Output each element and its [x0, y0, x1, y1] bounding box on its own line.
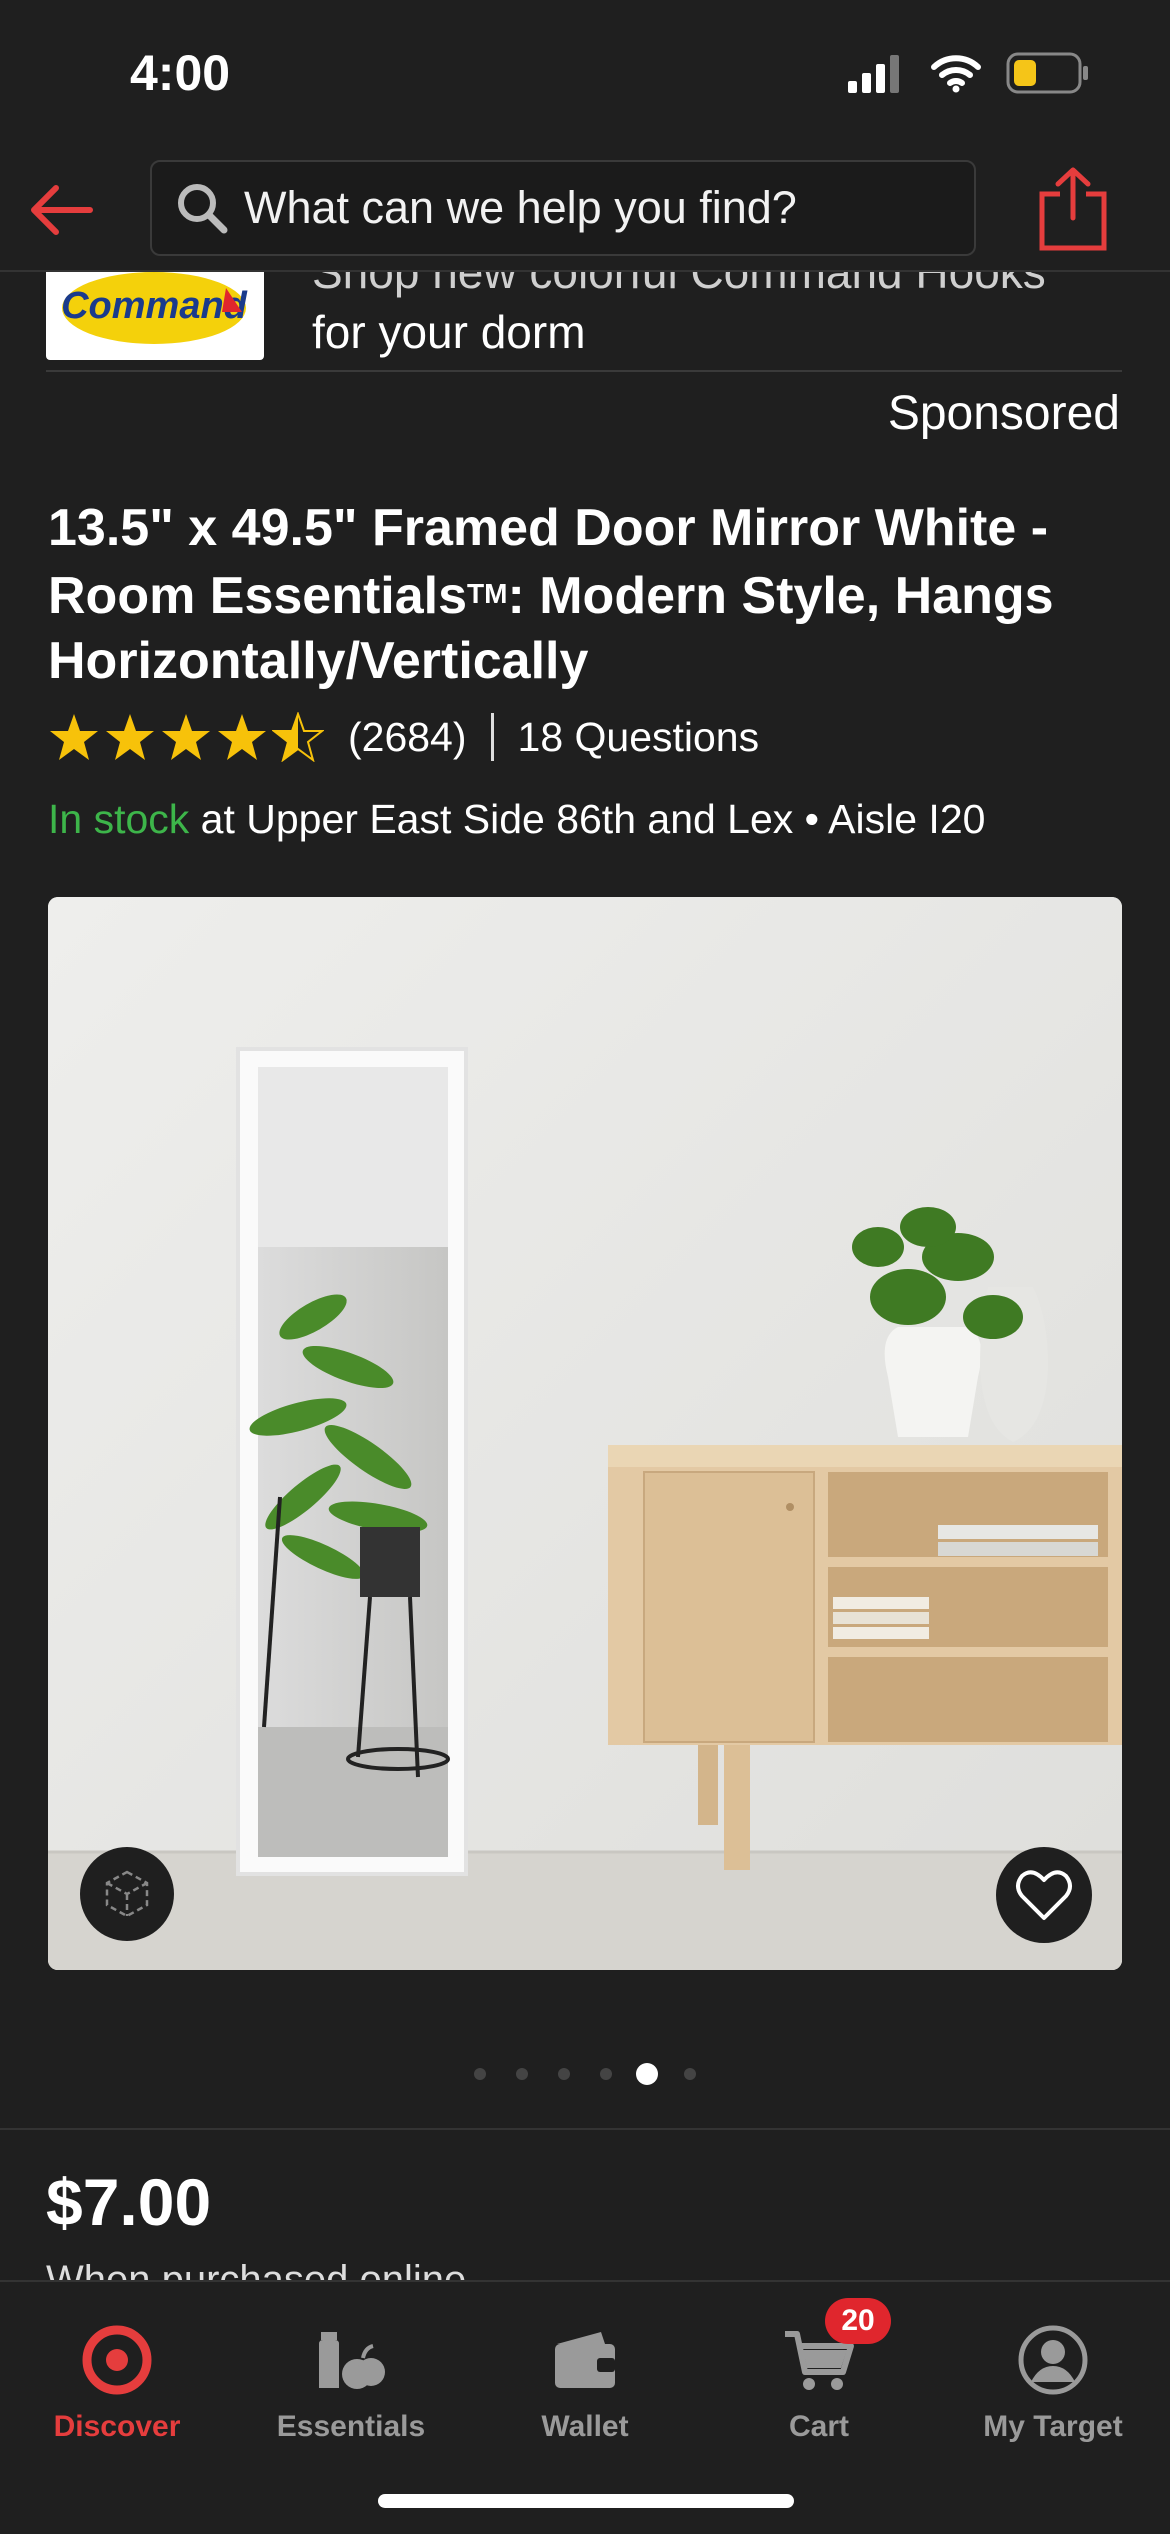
carousel-dot[interactable] — [516, 2068, 528, 2080]
price-note: When purchased online — [46, 2262, 646, 2282]
star-rating[interactable] — [48, 712, 324, 762]
status-bar: 4:00 — [0, 0, 1170, 150]
status-icons — [846, 52, 1090, 94]
status-time: 4:00 — [130, 45, 231, 101]
favorite-button[interactable] — [996, 1847, 1092, 1943]
sponsored-promo-banner[interactable]: Command Shop new colorful Command Hooks … — [46, 272, 1122, 372]
wifi-icon — [931, 55, 981, 93]
3d-cube-icon — [105, 1870, 149, 1918]
wallet-icon — [555, 2332, 615, 2388]
battery-icon — [1006, 52, 1088, 94]
sponsored-label: Sponsored — [887, 387, 1120, 440]
tab-label: Cart — [788, 2410, 849, 2443]
product-image[interactable] — [48, 897, 1122, 1970]
tab-label: My Target — [983, 2410, 1123, 2443]
carousel-dot[interactable] — [600, 2068, 612, 2080]
carousel-dot[interactable] — [684, 2068, 696, 2080]
tab-my-target[interactable]: My Target — [936, 2302, 1170, 2462]
questions-link[interactable]: 18 Questions — [518, 714, 760, 761]
search-input[interactable]: What can we help you find? — [150, 160, 976, 256]
promo-brand-text: Command — [61, 285, 248, 327]
search-icon — [178, 184, 228, 234]
carousel-dot[interactable] — [558, 2068, 570, 2080]
view-in-3d-button[interactable] — [80, 1847, 174, 1941]
tab-label: Essentials — [276, 2410, 426, 2443]
promo-text: Shop new colorful Command Hooks for your… — [312, 272, 1046, 362]
back-button[interactable] — [24, 172, 100, 248]
search-placeholder: What can we help you find? — [244, 182, 797, 233]
share-button[interactable] — [1036, 164, 1110, 252]
top-bar: What can we help you find? — [0, 150, 1170, 272]
promo-line-2: for your dorm — [312, 306, 586, 358]
target-bullseye-icon — [82, 2325, 152, 2395]
heart-icon — [1016, 1870, 1072, 1920]
store-location: at Upper East Side 86th and Lex • Aisle … — [189, 796, 986, 842]
command-brand-logo: Command — [46, 272, 264, 360]
star-full-icon — [162, 714, 210, 760]
tab-discover[interactable]: Discover — [0, 2302, 234, 2462]
product-title: 13.5" x 49.5" Framed Door Mirror White -… — [48, 496, 1128, 694]
tab-cart[interactable]: 20 Cart — [702, 2298, 936, 2462]
product-photo-mirror — [48, 897, 1122, 1970]
carousel-indicator[interactable] — [470, 2060, 710, 2090]
star-full-icon — [106, 714, 154, 760]
star-full-icon — [218, 714, 266, 760]
price-note-text: When purchased online — [46, 2262, 646, 2282]
cellular-signal-icon — [848, 55, 899, 93]
essentials-icon — [319, 2332, 385, 2389]
tab-label: Discover — [53, 2410, 181, 2443]
promo-line-1: Shop new colorful Command Hooks — [312, 272, 1046, 298]
share-icon — [1039, 167, 1107, 251]
carousel-dot[interactable] — [474, 2068, 486, 2080]
divider — [0, 2128, 1170, 2130]
tab-label: Wallet — [541, 2410, 629, 2443]
stock-availability[interactable]: In stock at Upper East Side 86th and Lex… — [48, 796, 985, 843]
tab-essentials[interactable]: Essentials — [234, 2302, 468, 2462]
in-stock-status: In stock — [48, 796, 190, 842]
account-icon — [1018, 2325, 1088, 2395]
rating-row: (2684) 18 Questions — [48, 712, 759, 762]
cart-count-badge: 20 — [825, 2298, 891, 2344]
star-half-icon — [272, 712, 324, 762]
review-count[interactable]: (2684) — [348, 714, 467, 761]
tab-wallet[interactable]: Wallet — [468, 2302, 702, 2462]
rating-divider — [490, 713, 494, 761]
back-arrow-icon — [31, 185, 93, 235]
carousel-dot-active[interactable] — [636, 2063, 658, 2085]
trademark-symbol: TM — [467, 578, 508, 609]
product-price: $7.00 — [46, 2165, 212, 2239]
star-full-icon — [50, 714, 98, 760]
home-indicator[interactable] — [378, 2494, 794, 2508]
